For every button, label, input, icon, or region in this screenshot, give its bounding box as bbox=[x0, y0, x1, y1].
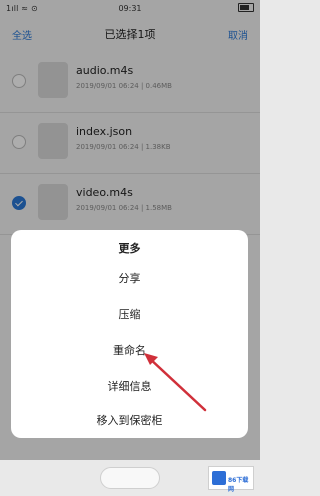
file-manager-screen: 1ıll ≈ ⊙ 09:31 全选 已选择1项 取消 audio.m4s 201… bbox=[0, 0, 260, 460]
watermark-logo: 86下载网 bbox=[208, 466, 254, 493]
more-action-sheet: 更多 分享 压缩 重命名 详细信息 移入到保密柜 bbox=[11, 230, 248, 438]
menu-item-move-to-safe[interactable]: 移入到保密柜 bbox=[11, 406, 248, 436]
watermark-icon bbox=[212, 471, 226, 485]
menu-item-rename[interactable]: 重命名 bbox=[11, 336, 248, 366]
watermark-text: 86下载网 bbox=[228, 477, 249, 493]
menu-item-share[interactable]: 分享 bbox=[11, 264, 248, 294]
menu-item-compress[interactable]: 压缩 bbox=[11, 300, 248, 330]
home-button[interactable] bbox=[100, 467, 160, 489]
device-nav-bar: 86下载网 bbox=[0, 460, 260, 496]
sheet-title: 更多 bbox=[118, 242, 141, 255]
menu-item-details[interactable]: 详细信息 bbox=[11, 372, 248, 402]
